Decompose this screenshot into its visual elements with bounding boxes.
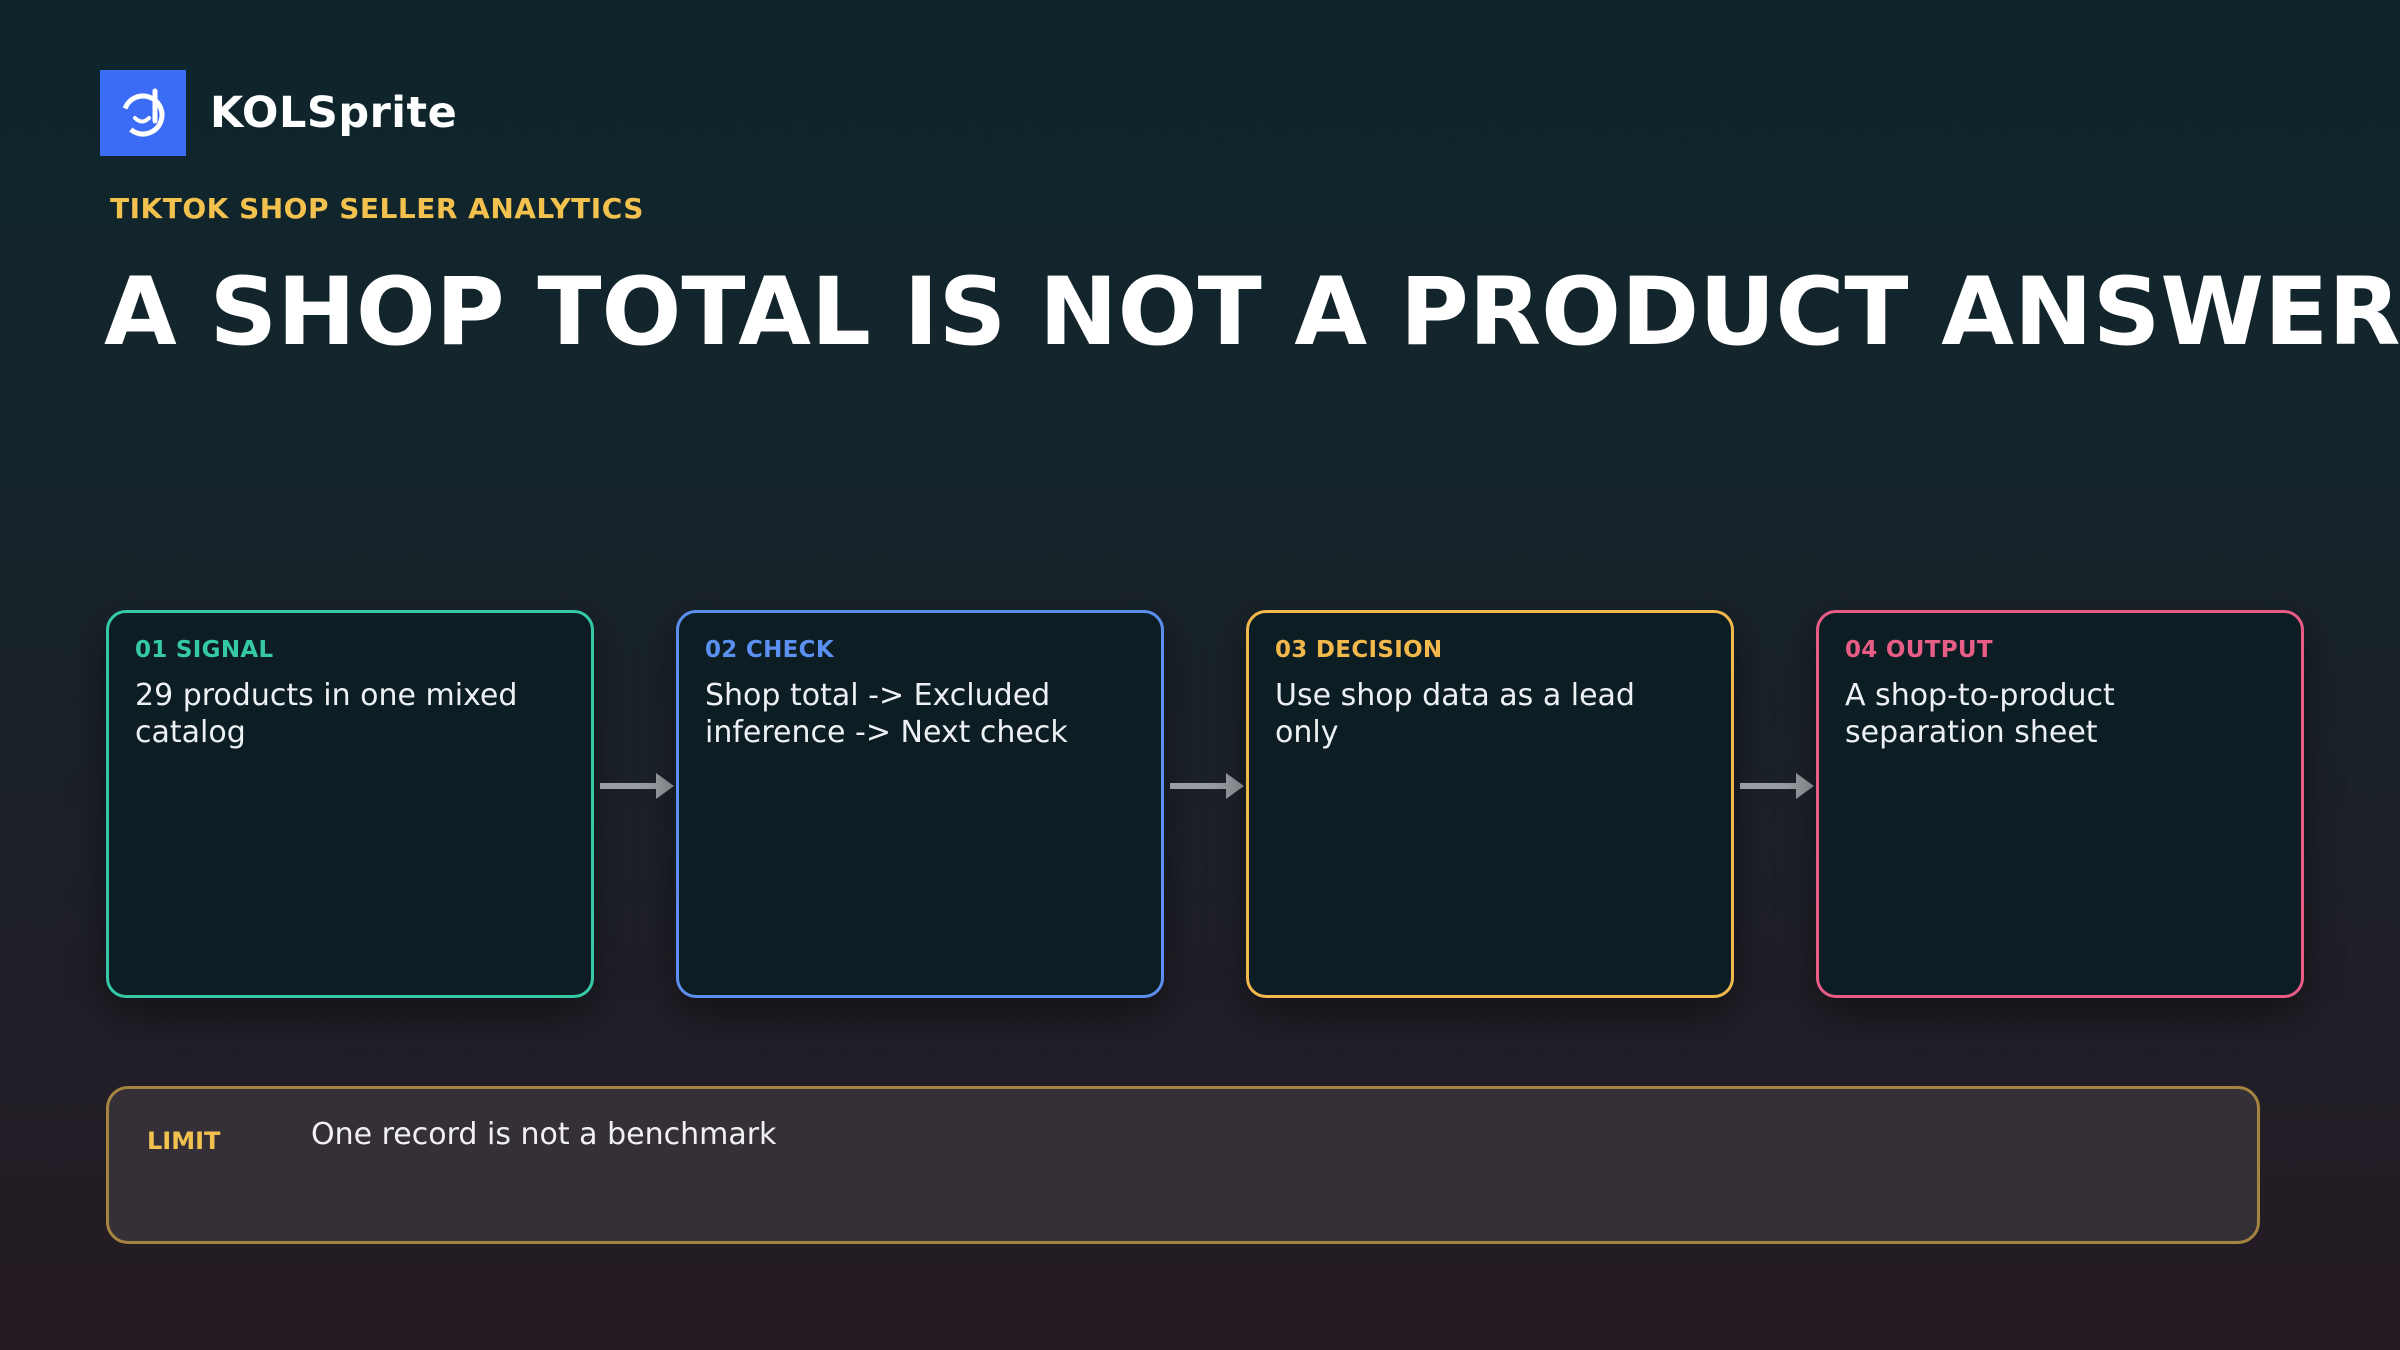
step-text: 29 products in one mixed catalog xyxy=(135,678,518,750)
brand-name: KOLSprite xyxy=(210,88,458,138)
page-title: A SHOP TOTAL IS NOT A PRODUCT ANSWER xyxy=(104,258,2400,367)
step-card-output: 04 OUTPUT A shop-to-product separation s… xyxy=(1816,610,2304,998)
brand: KOLSprite xyxy=(100,70,457,156)
logo xyxy=(100,70,186,156)
step-label: 04 OUTPUT xyxy=(1845,637,1993,663)
limit-label: LIMIT xyxy=(147,1127,221,1155)
limit-callout: LIMIT One record is not a benchmark xyxy=(106,1086,2260,1244)
step-text: Use shop data as a lead only xyxy=(1275,678,1635,750)
step-card-check: 02 CHECK Shop total -> Excluded inferenc… xyxy=(676,610,1164,998)
limit-text: One record is not a benchmark xyxy=(311,1117,777,1152)
arrow-right-icon xyxy=(600,773,674,799)
step-label: 03 DECISION xyxy=(1275,637,1443,663)
arrow-right-icon xyxy=(1170,773,1244,799)
step-label: 01 SIGNAL xyxy=(135,637,274,663)
smile-d-logo-icon xyxy=(121,88,165,137)
step-card-signal: 01 SIGNAL 29 products in one mixed catal… xyxy=(106,610,594,998)
arrow-right-icon xyxy=(1740,773,1814,799)
step-text: Shop total -> Excluded inference -> Next… xyxy=(705,678,1068,750)
eyebrow: TIKTOK SHOP SELLER ANALYTICS xyxy=(110,192,644,225)
step-card-decision: 03 DECISION Use shop data as a lead only xyxy=(1246,610,1734,998)
step-label: 02 CHECK xyxy=(705,637,834,663)
step-text: A shop-to-product separation sheet xyxy=(1845,678,2115,750)
